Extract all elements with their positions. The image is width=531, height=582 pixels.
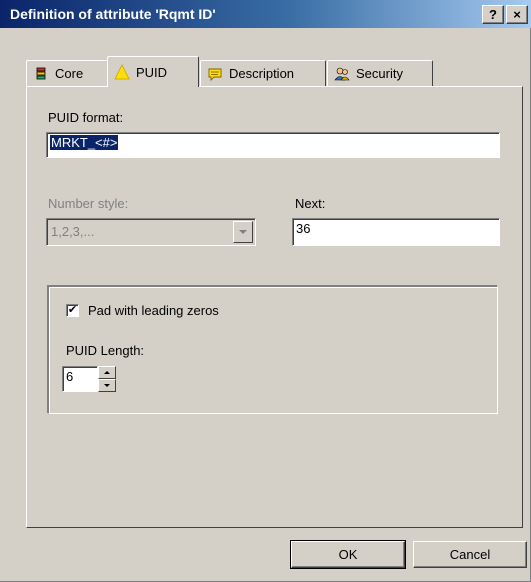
arrow-up-icon	[104, 371, 110, 374]
description-icon	[207, 66, 223, 82]
tab-security[interactable]: Security	[327, 60, 433, 86]
window-title: Definition of attribute 'Rqmt ID'	[10, 6, 216, 22]
pad-leading-zeros-label[interactable]: Pad with leading zeros	[88, 303, 219, 318]
tab-puid[interactable]: PUID	[107, 56, 199, 87]
puid-length-value: 6	[66, 369, 74, 384]
puid-length-spinner[interactable]	[98, 366, 116, 392]
attribute-definition-dialog: Definition of attribute 'Rqmt ID' ? × Co…	[0, 0, 531, 582]
chevron-down-icon	[239, 230, 247, 234]
close-button[interactable]: ×	[506, 5, 528, 24]
number-style-dropdown-button[interactable]	[233, 221, 253, 243]
number-style-label: Number style:	[48, 196, 129, 211]
tab-puid-label: PUID	[136, 64, 168, 80]
security-users-icon	[334, 66, 350, 82]
puid-format-value: MRKT_<#>	[50, 135, 119, 150]
tab-description[interactable]: Description	[200, 60, 326, 86]
arrow-down-icon	[104, 384, 110, 387]
next-input[interactable]: 36	[292, 218, 500, 246]
warning-triangle-icon	[114, 64, 130, 80]
number-style-select[interactable]: 1,2,3,...	[46, 218, 256, 246]
tab-core-label: Core	[55, 66, 84, 81]
spin-down-button[interactable]	[98, 379, 116, 392]
tab-description-label: Description	[229, 66, 295, 81]
core-icon	[33, 66, 49, 82]
pad-leading-zeros-checkbox[interactable]: ✔	[66, 304, 79, 317]
number-style-value: 1,2,3,...	[51, 224, 95, 239]
help-button[interactable]: ?	[482, 5, 504, 24]
puid-length-input[interactable]: 6	[62, 366, 98, 392]
spin-up-button[interactable]	[98, 366, 116, 379]
tab-security-label: Security	[356, 66, 403, 81]
puid-length-label: PUID Length:	[66, 343, 145, 358]
tab-core[interactable]: Core	[26, 60, 108, 86]
puid-format-label: PUID format:	[48, 110, 124, 125]
next-label: Next:	[295, 196, 326, 211]
puid-format-input[interactable]: MRKT_<#>	[46, 132, 500, 158]
next-value: 36	[296, 221, 311, 236]
cancel-button[interactable]: Cancel	[413, 541, 527, 568]
title-bar[interactable]: Definition of attribute 'Rqmt ID' ? ×	[0, 0, 531, 28]
check-icon: ✔	[67, 304, 78, 316]
ok-button[interactable]: OK	[290, 540, 406, 569]
